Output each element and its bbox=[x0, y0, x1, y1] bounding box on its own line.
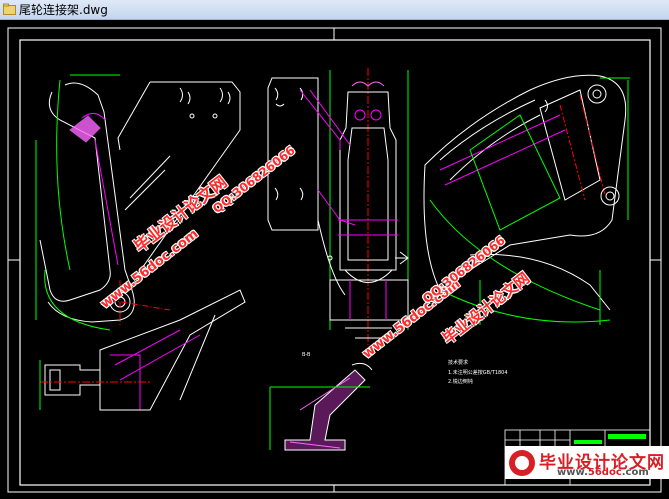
section-label: B-B bbox=[302, 352, 311, 358]
note-1: 1.未注明公差按GB/T1804 bbox=[448, 369, 508, 376]
cad-drawing-canvas[interactable]: 技术要求 1.未注明公差按GB/T1804 2.锐边倒钝 B-B 尾轮连接架 毕… bbox=[0, 20, 669, 499]
cad-drawing: 技术要求 1.未注明公差按GB/T1804 2.锐边倒钝 B-B 尾轮连接架 bbox=[7, 27, 662, 493]
logo-url: www.56doc.com bbox=[557, 467, 649, 478]
folder-drawing-icon bbox=[3, 3, 16, 15]
window-title: 尾轮连接架.dwg bbox=[19, 3, 108, 17]
bottom-left-view bbox=[39, 289, 246, 411]
logo-badge-icon bbox=[509, 450, 535, 476]
note-2: 2.锐边倒钝 bbox=[448, 378, 473, 385]
inner-frame bbox=[19, 39, 651, 486]
site-logo: 毕业设计论文网 www.56doc.com bbox=[505, 446, 669, 479]
center-side-view bbox=[267, 68, 409, 345]
section-view bbox=[269, 362, 373, 451]
technical-notes: 技术要求 1.未注明公差按GB/T1804 2.锐边倒钝 B-B bbox=[302, 352, 508, 385]
notes-header: 技术要求 bbox=[448, 359, 468, 366]
window-title-bar: 尾轮连接架.dwg bbox=[0, 0, 669, 20]
